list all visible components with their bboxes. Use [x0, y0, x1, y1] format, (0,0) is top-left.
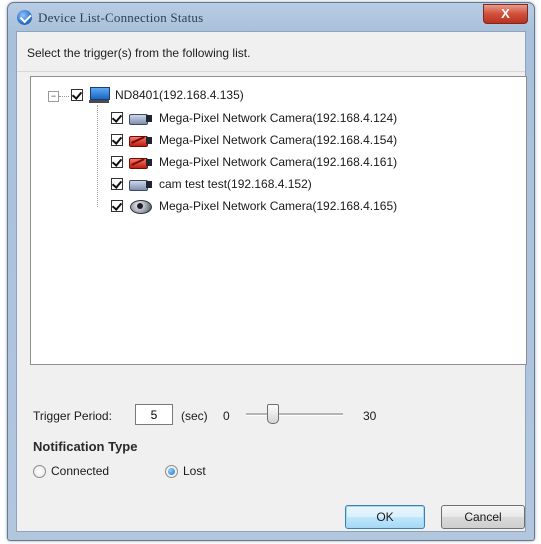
device-checkbox[interactable] — [111, 134, 123, 146]
dome-camera-icon — [129, 199, 153, 214]
collapse-toggle-icon[interactable]: − — [48, 91, 59, 102]
radio-label: Lost — [183, 464, 206, 478]
device-checkbox[interactable] — [111, 112, 123, 124]
slider-thumb[interactable] — [267, 404, 279, 424]
camera-disconnected-icon — [129, 156, 153, 169]
trigger-period-slider[interactable] — [246, 413, 343, 416]
radio-lost[interactable]: Lost — [165, 464, 206, 478]
device-checkbox[interactable] — [111, 178, 123, 190]
trigger-period-label: Trigger Period: — [33, 409, 112, 423]
device-label: cam test test(192.168.4.152) — [159, 177, 312, 191]
camera-connected-icon — [129, 112, 153, 125]
tree-root-row[interactable]: ND8401(192.168.4.135) — [71, 86, 244, 104]
device-label: Mega-Pixel Network Camera(192.168.4.154) — [159, 133, 398, 147]
instruction-text: Select the trigger(s) from the following… — [27, 46, 251, 60]
title-bar[interactable]: Device List-Connection Status X — [8, 3, 534, 31]
device-checkbox[interactable] — [111, 200, 123, 212]
radio-label: Connected — [51, 464, 110, 478]
tree-connector — [59, 96, 69, 97]
root-checkbox[interactable] — [71, 89, 83, 101]
tree-root-label: ND8401(192.168.4.135) — [115, 88, 244, 102]
camera-connected-icon — [129, 178, 153, 191]
device-tree[interactable]: − ND8401(192.168.4.135) Mega-Pixel Netwo… — [30, 76, 527, 365]
device-checkbox[interactable] — [111, 156, 123, 168]
radio-button[interactable] — [165, 464, 178, 478]
camera-disconnected-icon — [129, 134, 153, 147]
cancel-button[interactable]: Cancel — [441, 505, 525, 529]
tree-item[interactable]: cam test test(192.168.4.152) — [111, 175, 312, 193]
divider — [17, 71, 525, 72]
tree-connector — [97, 105, 98, 207]
app-shield-icon — [17, 10, 32, 25]
device-label: Mega-Pixel Network Camera(192.168.4.124) — [159, 111, 398, 125]
unit-label: (sec) — [181, 409, 208, 423]
ok-button[interactable]: OK — [345, 505, 425, 529]
radio-connected[interactable]: Connected — [33, 464, 109, 478]
trigger-period-input[interactable] — [135, 404, 173, 425]
radio-button[interactable] — [33, 464, 46, 478]
window-title: Device List-Connection Status — [38, 10, 204, 25]
close-button[interactable]: X — [483, 4, 528, 24]
tree-item[interactable]: Mega-Pixel Network Camera(192.168.4.154) — [111, 131, 397, 149]
tree-item[interactable]: Mega-Pixel Network Camera(192.168.4.124) — [111, 109, 397, 127]
slider-max-label: 30 — [363, 409, 377, 423]
tree-item[interactable]: Mega-Pixel Network Camera(192.168.4.161) — [111, 153, 397, 171]
dialog-window: Device List-Connection Status X Select t… — [7, 2, 535, 541]
slider-min-label: 0 — [223, 409, 230, 423]
tree-item[interactable]: Mega-Pixel Network Camera(192.168.4.165) — [111, 197, 397, 215]
computer-icon — [89, 87, 110, 103]
device-label: Mega-Pixel Network Camera(192.168.4.161) — [159, 155, 398, 169]
dialog-client-area: Select the trigger(s) from the following… — [16, 31, 527, 532]
notification-type-heading: Notification Type — [33, 439, 138, 454]
device-label: Mega-Pixel Network Camera(192.168.4.165) — [159, 199, 398, 213]
